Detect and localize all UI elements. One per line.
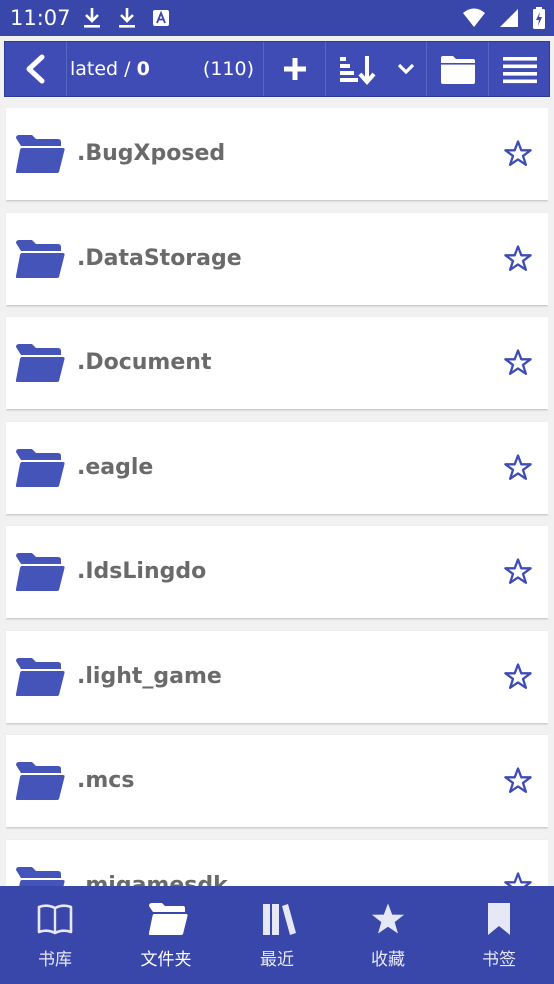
sort-descending-icon: [340, 56, 376, 86]
folder-row[interactable]: .eagle: [6, 421, 548, 514]
folder-name: .mcs: [77, 768, 135, 793]
folder-name: .migamesdk: [77, 872, 228, 887]
status-time: 11:07: [10, 6, 71, 30]
folder-name: .DataStorage: [77, 245, 242, 271]
folder-name: .BugXposed: [77, 141, 226, 166]
star-icon: [372, 903, 404, 934]
folder-row[interactable]: .mcs: [6, 735, 548, 827]
wifi-icon: [462, 8, 485, 27]
folder-list: .BugXposed .DataStorage .Document .eagle…: [6, 108, 548, 886]
bookmark-icon: [488, 903, 510, 935]
folder-icon: [15, 553, 65, 591]
star-outline-icon[interactable]: [503, 453, 533, 483]
star-outline-icon[interactable]: [503, 662, 533, 692]
folder-icon: [15, 239, 65, 278]
star-outline-icon[interactable]: [503, 766, 533, 796]
folder-row[interactable]: .DataStorage: [6, 212, 548, 305]
plus-icon: [284, 58, 306, 80]
folder-row[interactable]: .IdsLingdo: [6, 526, 548, 618]
sort-button[interactable]: [326, 42, 427, 96]
folder-icon: [15, 344, 65, 382]
current-path: lated / 0: [70, 58, 150, 80]
star-outline-icon[interactable]: [503, 871, 533, 887]
bottom-navigation: 书库 文件夹 最近 收藏 书签: [0, 886, 554, 984]
folder-icon: [441, 56, 475, 84]
nav-label: 收藏: [371, 950, 405, 970]
folder-icon: [16, 866, 65, 886]
nav-item-favorites[interactable]: 收藏: [333, 886, 443, 984]
signal-icon: [499, 9, 518, 27]
nav-item-recent[interactable]: 最近: [222, 886, 332, 984]
folder-open-icon: [148, 903, 188, 935]
battery-charging-icon: [533, 7, 545, 29]
folder-row[interactable]: .Document: [6, 317, 548, 409]
star-outline-icon[interactable]: [503, 139, 533, 169]
back-chevron-icon: [26, 54, 45, 84]
folder-icon: [15, 762, 65, 800]
folder-name: .eagle: [77, 454, 154, 480]
folder-icon: [15, 657, 65, 696]
download-icon: [119, 8, 136, 28]
folder-name: .light_game: [77, 663, 222, 689]
add-button[interactable]: [264, 42, 326, 96]
folder-name: .Document: [77, 350, 212, 375]
menu-button[interactable]: [489, 42, 551, 96]
folder-name: .IdsLingdo: [77, 559, 207, 584]
file-toolbar: lated / 0 (110): [4, 41, 550, 97]
folder-icon: [15, 448, 65, 487]
nav-item-library[interactable]: 书库: [0, 886, 110, 984]
nav-label: 最近: [260, 950, 294, 970]
hamburger-menu-icon: [503, 57, 537, 84]
status-bar: 11:07: [0, 0, 554, 36]
download-icon: [84, 8, 100, 28]
folder-row[interactable]: .BugXposed: [6, 108, 548, 200]
nav-label: 文件夹: [140, 950, 192, 970]
nav-item-bookmarks[interactable]: 书签: [444, 886, 554, 984]
nav-item-folders[interactable]: 文件夹: [111, 886, 221, 984]
path-breadcrumb[interactable]: lated / 0 (110): [67, 42, 264, 96]
star-outline-icon[interactable]: [503, 348, 533, 378]
nav-label: 书签: [482, 950, 516, 970]
nav-label: 书库: [38, 950, 72, 970]
status-notification-icons: [82, 6, 180, 30]
new-folder-button[interactable]: [427, 42, 489, 96]
font-icon: [153, 10, 170, 26]
chevron-down-icon: [397, 63, 415, 75]
star-outline-icon[interactable]: [503, 557, 533, 587]
folder-row[interactable]: .migamesdk: [6, 839, 548, 887]
status-system-icons: [454, 6, 546, 30]
open-book-icon: [37, 904, 73, 935]
books-icon: [263, 904, 296, 935]
folder-icon: [15, 135, 65, 173]
item-count: (110): [202, 58, 254, 80]
folder-row[interactable]: .light_game: [6, 630, 548, 723]
star-outline-icon[interactable]: [503, 244, 533, 274]
back-button[interactable]: [5, 42, 67, 96]
